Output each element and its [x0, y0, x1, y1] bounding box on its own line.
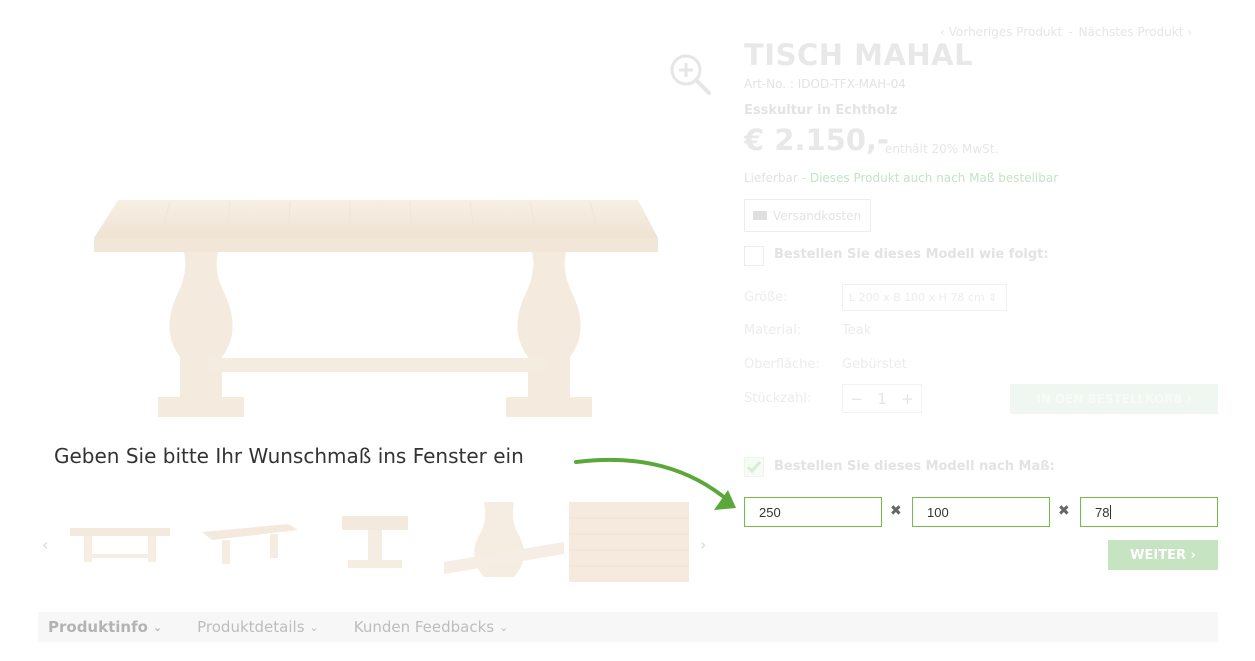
product-navigation: ‹ Vorheriges Produkt - Nächstes Produkt ›	[940, 25, 1192, 39]
quantity-label: Stückzahl:	[744, 391, 812, 406]
length-input[interactable]: 250	[744, 497, 882, 527]
product-main-image[interactable]	[60, 150, 700, 440]
material-label: Material:	[744, 323, 802, 338]
thumbs-prev-icon[interactable]: ‹	[42, 535, 48, 554]
tab-kunden-feedbacks[interactable]: Kunden Feedbacks ⌄	[354, 618, 509, 636]
quantity-increase-button[interactable]: +	[901, 390, 914, 408]
product-title: TISCH MAHAL	[744, 38, 974, 72]
thumbs-next-icon[interactable]: ›	[700, 535, 706, 554]
continue-button[interactable]: WEITER ›	[1108, 540, 1218, 570]
nav-separator: -	[1068, 25, 1073, 39]
tab-produktdetails[interactable]: Produktdetails ⌄	[197, 618, 319, 636]
width-value: 100	[927, 504, 949, 520]
availability-text: Lieferbar - Dieses Produkt auch nach Maß…	[744, 171, 1058, 185]
chevron-down-icon: ⌄	[309, 620, 319, 634]
chevron-down-icon: ⌄	[152, 620, 163, 634]
quantity-value[interactable]: 1	[877, 390, 887, 408]
product-price: € 2.150,-	[744, 123, 890, 157]
size-label: Größe:	[744, 290, 788, 305]
thumbnail-strip	[60, 502, 690, 582]
times-icon: ✖	[890, 503, 902, 519]
custom-size-link[interactable]: Dieses Produkt auch nach Maß bestellbar	[810, 171, 1058, 185]
add-to-cart-button[interactable]: IN DEN BESTELLKORB ›	[1010, 384, 1218, 414]
availability-label: Lieferbar -	[744, 171, 806, 185]
thumbnail-image[interactable]	[444, 502, 564, 582]
custom-order-label: Bestellen Sie dieses Modell nach Maß:	[774, 459, 1055, 474]
surface-label: Oberfläche:	[744, 357, 820, 372]
surface-value: Gebürstet	[842, 357, 907, 372]
height-input[interactable]: 78	[1080, 497, 1218, 527]
quantity-stepper: − 1 +	[842, 384, 922, 413]
quantity-decrease-button[interactable]: −	[850, 390, 863, 408]
height-value: 78	[1095, 504, 1110, 520]
tab-produktinfo[interactable]: Produktinfo ⌄	[48, 618, 162, 636]
thumbnail-image[interactable]	[188, 502, 308, 582]
annotation-text: Geben Sie bitte Ihr Wunschmaß ins Fenste…	[54, 444, 524, 468]
thumbnail-image[interactable]	[60, 502, 180, 582]
thumbnail-image[interactable]	[569, 502, 689, 582]
standard-order-label: Bestellen Sie dieses Modell wie folgt:	[774, 247, 1049, 262]
text-cursor	[1110, 505, 1112, 519]
size-select[interactable]: L 200 x B 100 x H 78 cm ⇕	[842, 284, 1007, 311]
prev-product-link[interactable]: ‹ Vorheriges Produkt	[940, 25, 1062, 39]
standard-order-checkbox[interactable]	[744, 246, 764, 266]
vat-note: enthält 20% MwSt.	[885, 142, 999, 156]
chevron-down-icon: ⌄	[499, 620, 509, 634]
tab-label: Produktdetails	[197, 618, 305, 636]
product-tabs: Produktinfo ⌄ Produktdetails ⌄ Kunden Feed…	[38, 612, 1218, 642]
shipping-costs-button[interactable]: Versandkosten	[744, 199, 871, 232]
thumbnail-image[interactable]	[316, 502, 436, 582]
truck-icon	[753, 211, 767, 220]
tab-label: Kunden Feedbacks	[353, 618, 495, 636]
article-number: Art-No. : IDOD-TFX-MAH-04	[744, 77, 906, 91]
zoom-in-icon[interactable]	[668, 52, 712, 96]
product-subtitle: Esskultur in Echtholz	[744, 103, 898, 118]
length-value: 250	[759, 504, 781, 520]
times-icon: ✖	[1058, 503, 1070, 519]
next-product-link[interactable]: Nächstes Produkt ›	[1079, 25, 1192, 39]
material-value: Teak	[842, 323, 872, 338]
shipping-costs-label: Versandkosten	[773, 208, 862, 223]
tab-label: Produktinfo	[48, 618, 148, 636]
width-input[interactable]: 100	[912, 497, 1050, 527]
